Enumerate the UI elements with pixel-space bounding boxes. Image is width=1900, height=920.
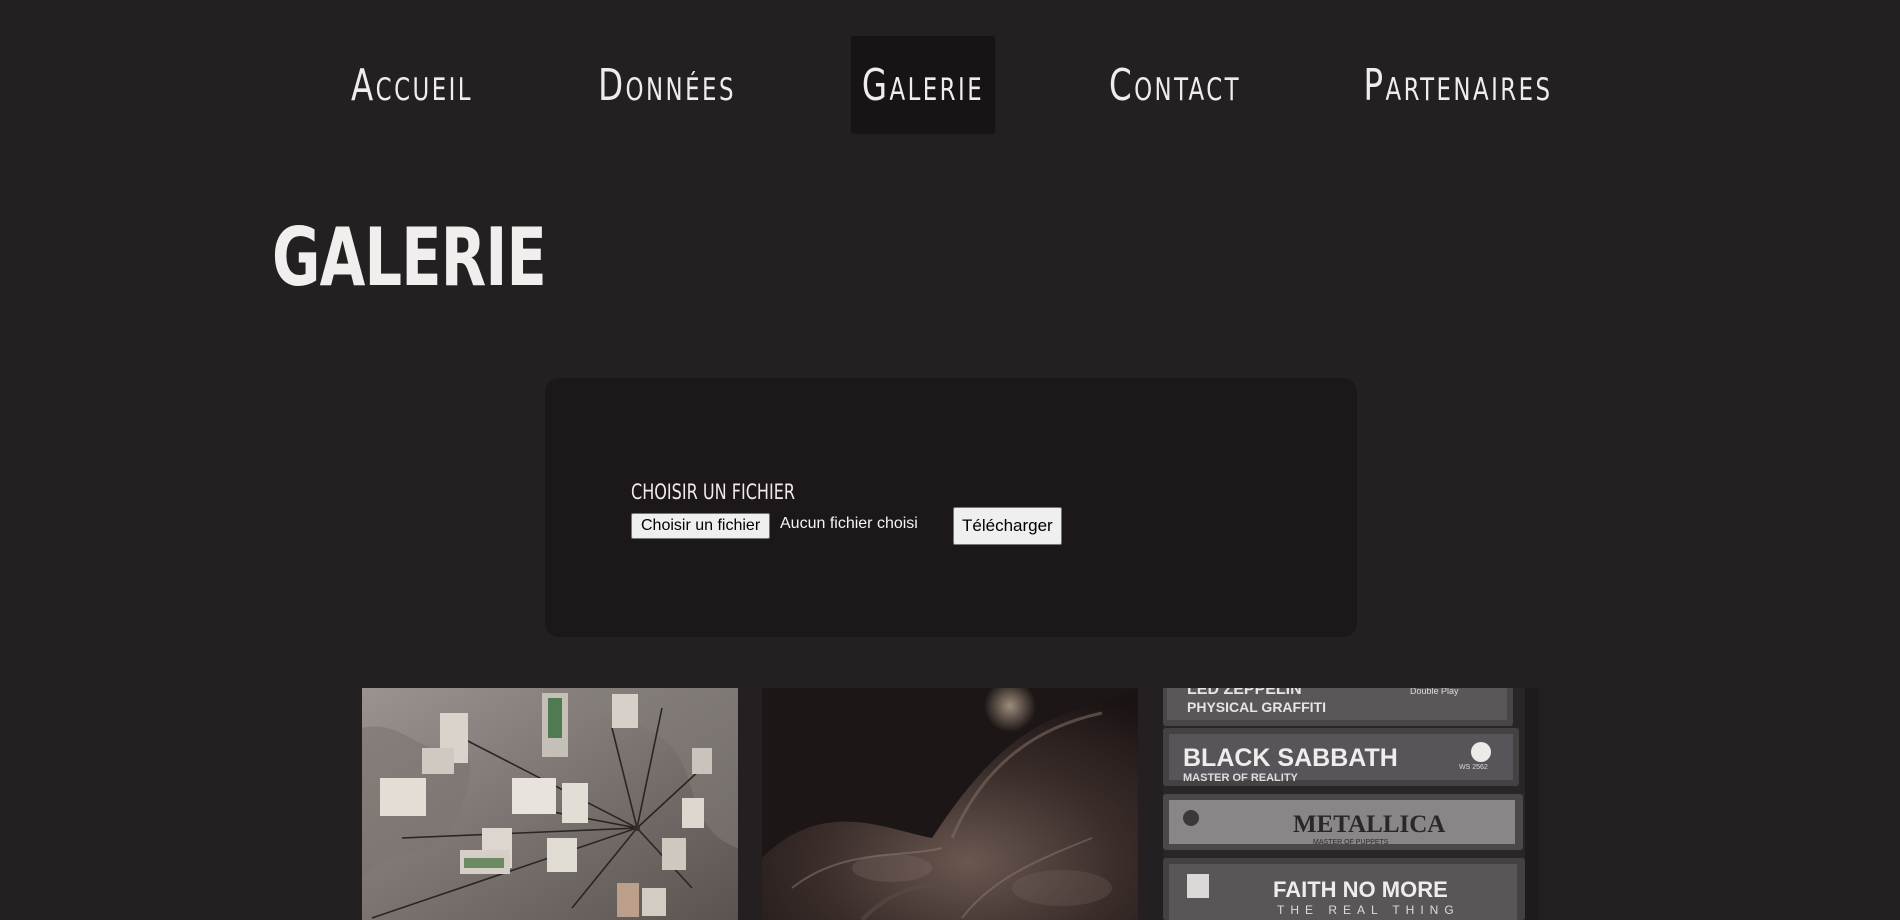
tape-3-subtitle: MASTER OF PUPPETS: [1313, 839, 1389, 846]
leather-jacket-photo-icon: [762, 688, 1138, 920]
tape-2-title: BLACK SABBATH: [1183, 744, 1398, 772]
tape-4-subtitle: THE REAL THING: [1277, 903, 1460, 917]
tape-1-title: LED ZEPPELIN: [1187, 688, 1302, 698]
choose-file-button[interactable]: Choisir un fichier: [631, 513, 771, 539]
tape-2-subtitle: MASTER OF REALITY: [1183, 772, 1299, 784]
tape-3-title: METALLICA: [1293, 811, 1445, 838]
file-status-text: Aucun fichier choisi: [780, 515, 918, 532]
tape-4-title: FAITH NO MORE: [1273, 877, 1448, 902]
nav-item-contact[interactable]: Contact: [1109, 36, 1239, 134]
upload-label: CHOISIR UN FICHIER: [631, 480, 796, 504]
gallery-image-leather-jacket[interactable]: [762, 688, 1138, 920]
tape-1-subtitle: PHYSICAL GRAFFITI: [1187, 699, 1326, 715]
nav-item-donnees[interactable]: Données: [598, 36, 733, 134]
upload-panel: CHOISIR UN FICHIER Choisir un fichier Au…: [545, 378, 1357, 637]
main-nav: Accueil Données Galerie Contact Partenai…: [0, 0, 1900, 140]
gallery-image-cassette-tapes[interactable]: LED ZEPPELIN PHYSICAL GRAFFITI Double Pl…: [1163, 688, 1539, 920]
gallery-image-map-board[interactable]: [362, 688, 738, 920]
page-title: GALERIE: [272, 211, 547, 304]
nav-item-accueil[interactable]: Accueil: [350, 36, 475, 134]
nav-item-partenaires[interactable]: Partenaires: [1363, 36, 1550, 134]
upload-submit-button[interactable]: Télécharger: [953, 507, 1062, 545]
cassette-tapes-photo-icon: LED ZEPPELIN PHYSICAL GRAFFITI Double Pl…: [1163, 688, 1539, 920]
tape-1-side: Double Play: [1410, 688, 1459, 696]
nav-item-galerie[interactable]: Galerie: [850, 36, 996, 134]
map-board-photo-icon: [362, 688, 738, 920]
tape-2-side: WS 2562: [1459, 764, 1488, 771]
